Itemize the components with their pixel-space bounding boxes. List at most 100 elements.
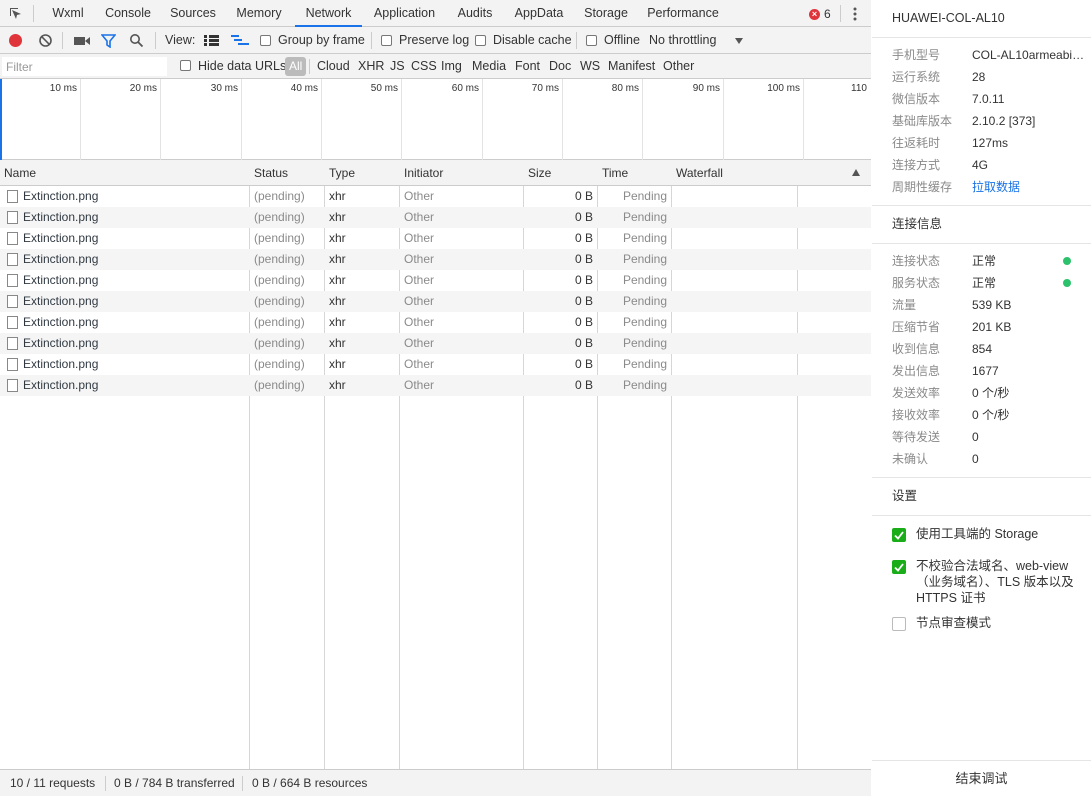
request-status: (pending) <box>254 315 305 329</box>
inspect-element-icon[interactable] <box>8 6 24 22</box>
column-header-size[interactable]: Size <box>524 160 551 186</box>
request-time: Pending <box>622 378 667 392</box>
conn-value: 0 个/秒 <box>972 408 1010 422</box>
request-size: 0 B <box>574 378 593 392</box>
option-skip-domain-check[interactable]: 不校验合法域名、web-view（业务域名）、TLS 版本以及 HTTPS 证书 <box>892 558 1077 608</box>
conn-key: 连接状态 <box>892 254 941 268</box>
large-rows-icon[interactable] <box>204 35 219 46</box>
checkbox-checked-icon[interactable] <box>892 560 906 574</box>
filter-type-xhr[interactable]: XHR <box>358 54 384 79</box>
tab-appdata[interactable]: AppData <box>508 0 570 27</box>
filter-type-media[interactable]: Media <box>472 54 506 79</box>
filter-type-all[interactable]: All <box>285 57 307 76</box>
request-type: xhr <box>329 189 346 203</box>
request-initiator: Other <box>404 210 435 224</box>
filter-type-css[interactable]: CSS <box>411 54 437 79</box>
table-row[interactable]: Extinction.png (pending) xhr Other 0 B P… <box>0 333 871 354</box>
filter-type-font[interactable]: Font <box>515 54 540 79</box>
table-row[interactable]: Extinction.png (pending) xhr Other 0 B P… <box>0 207 871 228</box>
checkbox-checked-icon[interactable] <box>892 528 906 542</box>
offline-checkbox[interactable] <box>586 35 597 46</box>
timeline-gridline <box>642 79 643 160</box>
filter-type-other[interactable]: Other <box>663 54 694 79</box>
timeline-tick-label: 90 ms <box>692 83 720 94</box>
filter-type-ws[interactable]: WS <box>580 54 600 79</box>
tab-wxml[interactable]: Wxml <box>44 0 92 27</box>
filter-separator <box>309 59 310 74</box>
request-type: xhr <box>329 252 346 266</box>
request-size: 0 B <box>574 273 593 287</box>
table-row[interactable]: Extinction.png (pending) xhr Other 0 B P… <box>0 291 871 312</box>
group-by-frame-checkbox[interactable] <box>260 35 271 46</box>
option-label: 节点审查模式 <box>916 616 992 630</box>
file-icon <box>7 211 18 224</box>
request-size: 0 B <box>574 357 593 371</box>
filter-type-js[interactable]: JS <box>390 54 405 79</box>
info-row-rtt: 往返耗时 127ms <box>892 132 1087 154</box>
filter-input[interactable] <box>2 57 167 76</box>
column-header-waterfall[interactable]: Waterfall <box>672 160 723 186</box>
table-row[interactable]: Extinction.png (pending) xhr Other 0 B P… <box>0 312 871 333</box>
filter-type-doc[interactable]: Doc <box>549 54 571 79</box>
info-row-os: 运行系统 28 <box>892 66 1087 88</box>
request-type: xhr <box>329 357 346 371</box>
error-count: 6 <box>824 7 831 21</box>
more-options-icon[interactable] <box>850 6 860 22</box>
timeline-gridline <box>160 79 161 160</box>
conn-key: 流量 <box>892 298 917 312</box>
throttling-select[interactable]: No throttling <box>649 27 716 54</box>
tab-performance[interactable]: Performance <box>643 0 723 27</box>
preserve-log-checkbox[interactable] <box>381 35 392 46</box>
filter-icon[interactable] <box>100 34 117 49</box>
filter-type-manifest[interactable]: Manifest <box>608 54 655 79</box>
column-header-name[interactable]: Name <box>0 160 36 186</box>
table-row[interactable]: Extinction.png (pending) xhr Other 0 B P… <box>0 375 871 396</box>
error-counter[interactable]: × 6 <box>809 7 831 21</box>
info-key: 连接方式 <box>892 158 941 172</box>
record-icon[interactable] <box>9 34 22 47</box>
table-row[interactable]: Extinction.png (pending) xhr Other 0 B P… <box>0 270 871 291</box>
tab-console[interactable]: Console <box>98 0 158 27</box>
tab-application[interactable]: Application <box>367 0 442 27</box>
request-size: 0 B <box>574 336 593 350</box>
column-header-initiator[interactable]: Initiator <box>400 160 443 186</box>
tab-network[interactable]: Network <box>295 0 362 27</box>
tab-memory[interactable]: Memory <box>229 0 289 27</box>
filter-type-img[interactable]: Img <box>441 54 462 79</box>
column-header-status[interactable]: Status <box>250 160 288 186</box>
hide-data-urls-checkbox[interactable] <box>180 60 191 71</box>
filter-type-cloud[interactable]: Cloud <box>317 54 350 79</box>
tab-audits[interactable]: Audits <box>451 0 499 27</box>
waterfall-overview-icon[interactable] <box>231 35 249 47</box>
column-header-time[interactable]: Time <box>598 160 628 186</box>
table-row[interactable]: Extinction.png (pending) xhr Other 0 B P… <box>0 249 871 270</box>
conn-row-received: 收到信息 854 <box>892 338 1087 360</box>
fetch-data-link[interactable]: 拉取数据 <box>972 176 1020 198</box>
table-row[interactable]: Extinction.png (pending) xhr Other 0 B P… <box>0 228 871 249</box>
table-row[interactable]: Extinction.png (pending) xhr Other 0 B P… <box>0 354 871 375</box>
info-value: 4G <box>972 158 989 172</box>
checkbox-unchecked-icon[interactable] <box>892 617 906 631</box>
timeline-selection-edge[interactable] <box>0 79 2 160</box>
column-header-type[interactable]: Type <box>325 160 355 186</box>
screenshot-camera-icon[interactable] <box>74 35 90 47</box>
network-overview-timeline[interactable]: 10 ms 20 ms 30 ms 40 ms 50 ms 60 ms 70 m… <box>0 79 871 160</box>
request-name: Extinction.png <box>23 210 99 224</box>
devtools-tabbar: Wxml Console Sources Memory Network Appl… <box>0 0 871 27</box>
throttling-dropdown-icon[interactable] <box>735 38 743 44</box>
disable-cache-checkbox[interactable] <box>475 35 486 46</box>
conn-row-receive-rate: 接收效率 0 个/秒 <box>892 404 1087 426</box>
file-icon <box>7 274 18 287</box>
panel-divider <box>872 37 1091 38</box>
sort-ascending-icon[interactable] <box>852 169 860 176</box>
info-value: COL-AL10armeabi-v7a <box>972 48 1087 62</box>
option-node-inspect-mode[interactable]: 节点审查模式 <box>892 615 1077 635</box>
tab-storage[interactable]: Storage <box>578 0 634 27</box>
clear-icon[interactable] <box>38 33 53 48</box>
search-icon[interactable] <box>129 33 144 48</box>
request-name: Extinction.png <box>23 252 99 266</box>
table-row[interactable]: Extinction.png (pending) xhr Other 0 B P… <box>0 186 871 207</box>
tab-sources[interactable]: Sources <box>164 0 222 27</box>
option-use-tool-storage[interactable]: 使用工具端的 Storage <box>892 526 1077 546</box>
end-debug-button[interactable]: 结束调试 <box>872 760 1091 796</box>
